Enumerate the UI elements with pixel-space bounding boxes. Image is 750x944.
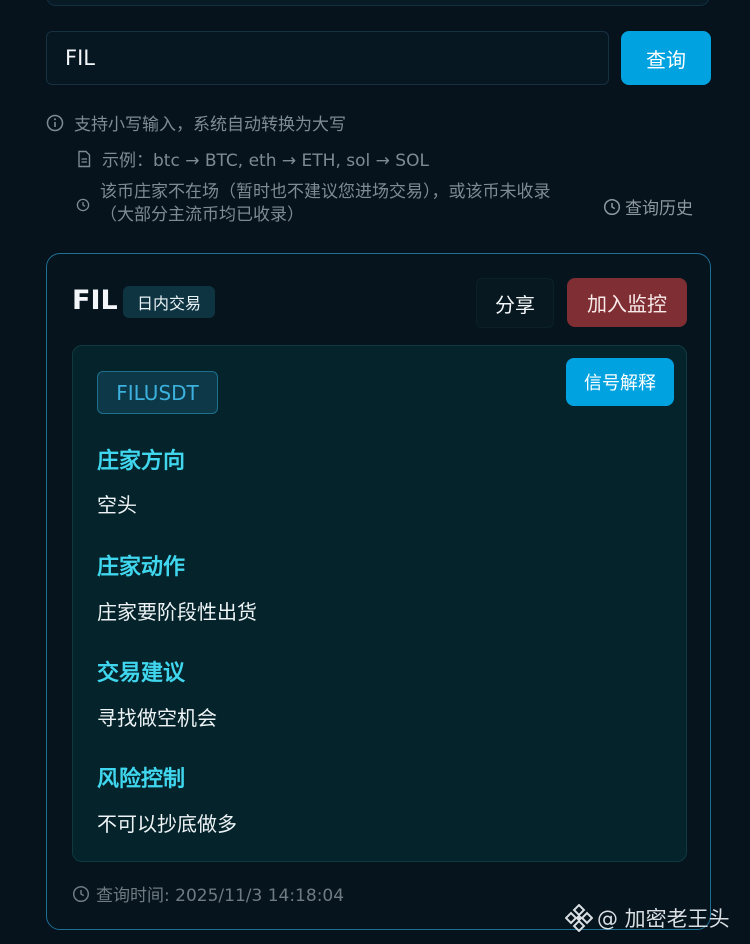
search-input[interactable] [46, 31, 609, 85]
hint-lowercase: 支持小写输入，系统自动转换为大写 [46, 110, 346, 135]
search-button[interactable]: 查询 [621, 31, 711, 85]
hint-not-listed-line1: 该币庄家不在场（暂时也不建议您进场交易），或该币未收录 [100, 182, 551, 202]
hint-example-text: 示例：btc → BTC, eth → ETH, sol → SOL [102, 151, 429, 171]
binance-logo-icon [565, 904, 593, 932]
watermark-text: @ 加密老王头 [597, 907, 730, 931]
add-monitor-button[interactable]: 加入监控 [567, 278, 687, 327]
hint-not-listed: 该币庄家不在场（暂时也不建议您进场交易），或该币未收录 （大部分主流币均已收录） [76, 181, 551, 227]
clock-icon [76, 198, 90, 212]
result-card: FIL 日内交易 分享 加入监控 FILUSDT 信号解释 庄家方向 空头 庄家… [46, 253, 711, 930]
section-title-direction: 庄家方向 [97, 449, 186, 474]
query-history-link[interactable]: 查询历史 [603, 194, 693, 219]
section-value-risk: 不可以抄底做多 [97, 812, 237, 836]
clock-icon [603, 198, 621, 215]
signal-panel: FILUSDT 信号解释 庄家方向 空头 庄家动作 庄家要阶段性出货 交易建议 … [72, 345, 687, 862]
signal-explain-button[interactable]: 信号解释 [566, 358, 674, 406]
info-icon [46, 114, 64, 131]
trade-mode-badge: 日内交易 [123, 286, 216, 318]
query-history-label: 查询历史 [625, 199, 693, 219]
section-title-risk: 风险控制 [97, 767, 186, 792]
hint-not-listed-line2: （大部分主流币均已收录） [100, 205, 304, 225]
section-value-action: 庄家要阶段性出货 [97, 600, 257, 624]
coin-symbol: FIL [72, 285, 118, 316]
hint-lowercase-text: 支持小写输入，系统自动转换为大写 [74, 115, 346, 135]
document-icon [78, 150, 91, 167]
clock-icon [72, 885, 90, 902]
watermark: @ 加密老王头 [565, 903, 730, 933]
section-title-advice: 交易建议 [97, 661, 186, 686]
section-value-direction: 空头 [97, 493, 137, 517]
hint-example: 示例：btc → BTC, eth → ETH, sol → SOL [76, 146, 429, 171]
section-title-action: 庄家动作 [97, 555, 186, 580]
section-value-advice: 寻找做空机会 [97, 706, 217, 730]
previous-panel-edge [46, 0, 710, 6]
trading-pair-tag: FILUSDT [97, 371, 218, 414]
query-time-text: 查询时间: 2025/11/3 14:18:04 [96, 886, 345, 906]
share-button[interactable]: 分享 [476, 278, 554, 328]
query-time: 查询时间: 2025/11/3 14:18:04 [72, 881, 344, 906]
